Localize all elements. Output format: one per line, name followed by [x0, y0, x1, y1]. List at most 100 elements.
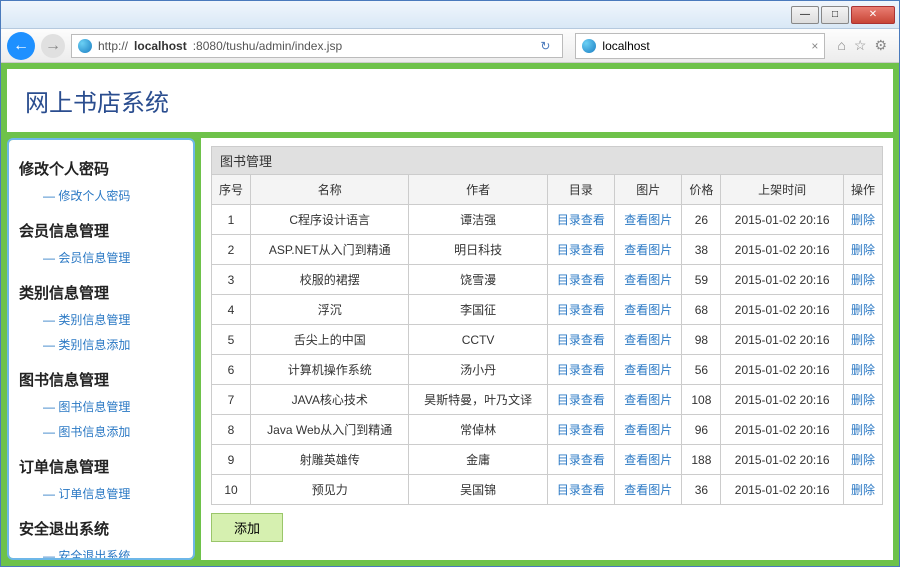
cell-price: 108 — [682, 385, 721, 415]
cell-author: 汤小丹 — [409, 355, 547, 385]
cell-no: 7 — [212, 385, 251, 415]
delete-link[interactable]: 删除 — [843, 325, 882, 355]
delete-link[interactable]: 删除 — [843, 415, 882, 445]
table-row: 7JAVA核心技术昊斯特曼，叶乃文译目录查看查看图片1082015-01-02 … — [212, 385, 883, 415]
page-body: 网上书店系统 修改个人密码修改个人密码会员信息管理会员信息管理类别信息管理类别信… — [1, 63, 899, 566]
ie-icon — [582, 39, 596, 53]
delete-link[interactable]: 删除 — [843, 445, 882, 475]
cell-name: C程序设计语言 — [251, 205, 409, 235]
delete-link[interactable]: 删除 — [843, 205, 882, 235]
cell-price: 188 — [682, 445, 721, 475]
sidebar-group-title[interactable]: 安全退出系统 — [19, 514, 183, 543]
delete-link[interactable]: 删除 — [843, 295, 882, 325]
image-link[interactable]: 查看图片 — [615, 355, 682, 385]
cell-time: 2015-01-02 20:16 — [721, 475, 844, 505]
sidebar-sub-item[interactable]: 类别信息添加 — [19, 332, 183, 357]
catalog-link[interactable]: 目录查看 — [547, 235, 614, 265]
window-titlebar: — □ ✕ — [1, 1, 899, 29]
cell-no: 3 — [212, 265, 251, 295]
sidebar-sub-item[interactable]: 图书信息添加 — [19, 419, 183, 444]
sidebar-sub-item[interactable]: 订单信息管理 — [19, 481, 183, 506]
refresh-icon[interactable]: ↻ — [534, 39, 556, 53]
sidebar-group-title[interactable]: 订单信息管理 — [19, 452, 183, 481]
delete-link[interactable]: 删除 — [843, 385, 882, 415]
catalog-link[interactable]: 目录查看 — [547, 475, 614, 505]
cell-author: 明日科技 — [409, 235, 547, 265]
cell-name: 射雕英雄传 — [251, 445, 409, 475]
image-link[interactable]: 查看图片 — [615, 235, 682, 265]
image-link[interactable]: 查看图片 — [615, 325, 682, 355]
delete-link[interactable]: 删除 — [843, 235, 882, 265]
column-header: 上架时间 — [721, 175, 844, 205]
catalog-link[interactable]: 目录查看 — [547, 355, 614, 385]
sidebar-sub-item[interactable]: 会员信息管理 — [19, 245, 183, 270]
table-row: 3校服的裙摆饶雪漫目录查看查看图片592015-01-02 20:16删除 — [212, 265, 883, 295]
cell-no: 4 — [212, 295, 251, 325]
cell-author: 谭洁强 — [409, 205, 547, 235]
catalog-link[interactable]: 目录查看 — [547, 385, 614, 415]
sidebar-group-title[interactable]: 修改个人密码 — [19, 154, 183, 183]
sidebar-sub-item[interactable]: 图书信息管理 — [19, 394, 183, 419]
image-link[interactable]: 查看图片 — [615, 205, 682, 235]
image-link[interactable]: 查看图片 — [615, 445, 682, 475]
tab-title: localhost — [602, 39, 649, 53]
sidebar-group-title[interactable]: 类别信息管理 — [19, 278, 183, 307]
delete-link[interactable]: 删除 — [843, 475, 882, 505]
sidebar-sub-item[interactable]: 类别信息管理 — [19, 307, 183, 332]
image-link[interactable]: 查看图片 — [615, 475, 682, 505]
home-icon[interactable]: ⌂ — [837, 37, 845, 54]
sidebar-sub-item[interactable]: 安全退出系统 — [19, 543, 183, 560]
catalog-link[interactable]: 目录查看 — [547, 265, 614, 295]
browser-tab[interactable]: localhost × — [575, 33, 825, 59]
column-header: 名称 — [251, 175, 409, 205]
cell-time: 2015-01-02 20:16 — [721, 295, 844, 325]
cell-author: 金庸 — [409, 445, 547, 475]
catalog-link[interactable]: 目录查看 — [547, 415, 614, 445]
sidebar-sub-item[interactable]: 修改个人密码 — [19, 183, 183, 208]
cell-author: 常倬林 — [409, 415, 547, 445]
address-bar[interactable]: http://localhost:8080/tushu/admin/index.… — [71, 34, 563, 58]
delete-link[interactable]: 删除 — [843, 355, 882, 385]
close-button[interactable]: ✕ — [851, 6, 895, 24]
forward-button[interactable]: → — [41, 34, 65, 58]
minimize-button[interactable]: — — [791, 6, 819, 24]
back-button[interactable]: ← — [7, 32, 35, 60]
add-button[interactable]: 添加 — [211, 513, 283, 542]
page-header: 网上书店系统 — [7, 69, 893, 132]
settings-icon[interactable]: ⚙ — [874, 37, 887, 54]
delete-link[interactable]: 删除 — [843, 265, 882, 295]
image-link[interactable]: 查看图片 — [615, 295, 682, 325]
table-row: 8Java Web从入门到精通常倬林目录查看查看图片962015-01-02 2… — [212, 415, 883, 445]
ie-icon — [78, 39, 92, 53]
sidebar-group-title[interactable]: 会员信息管理 — [19, 216, 183, 245]
catalog-link[interactable]: 目录查看 — [547, 205, 614, 235]
cell-name: Java Web从入门到精通 — [251, 415, 409, 445]
url-path: :8080/tushu/admin/index.jsp — [193, 39, 342, 53]
cell-name: 校服的裙摆 — [251, 265, 409, 295]
cell-name: JAVA核心技术 — [251, 385, 409, 415]
catalog-link[interactable]: 目录查看 — [547, 295, 614, 325]
cell-no: 1 — [212, 205, 251, 235]
favorites-icon[interactable]: ☆ — [854, 37, 867, 54]
catalog-link[interactable]: 目录查看 — [547, 445, 614, 475]
cell-time: 2015-01-02 20:16 — [721, 355, 844, 385]
maximize-button[interactable]: □ — [821, 6, 849, 24]
cell-no: 5 — [212, 325, 251, 355]
image-link[interactable]: 查看图片 — [615, 415, 682, 445]
cell-price: 26 — [682, 205, 721, 235]
browser-window: — □ ✕ ← → http://localhost:8080/tushu/ad… — [0, 0, 900, 567]
table-row: 9射雕英雄传金庸目录查看查看图片1882015-01-02 20:16删除 — [212, 445, 883, 475]
cell-author: CCTV — [409, 325, 547, 355]
image-link[interactable]: 查看图片 — [615, 265, 682, 295]
cell-no: 6 — [212, 355, 251, 385]
url-prefix: http:// — [98, 39, 128, 53]
table-row: 4浮沉李国征目录查看查看图片682015-01-02 20:16删除 — [212, 295, 883, 325]
cell-name: 计算机操作系统 — [251, 355, 409, 385]
image-link[interactable]: 查看图片 — [615, 385, 682, 415]
tab-close-icon[interactable]: × — [811, 39, 818, 53]
sidebar-group-title[interactable]: 图书信息管理 — [19, 365, 183, 394]
cell-time: 2015-01-02 20:16 — [721, 325, 844, 355]
book-table: 序号名称作者目录图片价格上架时间操作 1C程序设计语言谭洁强目录查看查看图片26… — [211, 174, 883, 505]
cell-name: 舌尖上的中国 — [251, 325, 409, 355]
catalog-link[interactable]: 目录查看 — [547, 325, 614, 355]
